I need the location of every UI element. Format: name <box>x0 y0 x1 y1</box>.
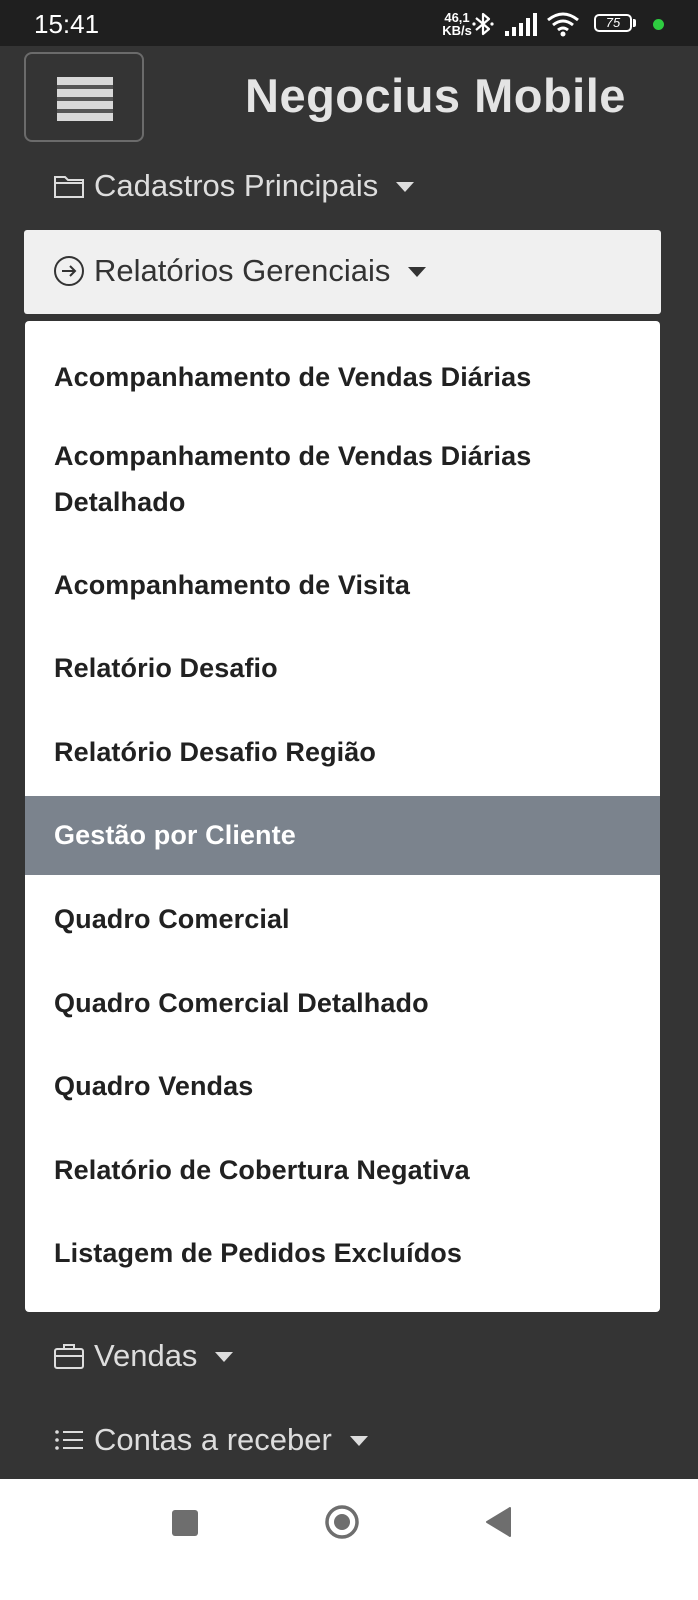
app-title: Negocius Mobile <box>245 69 626 122</box>
nav-contas-label: Contas a receber <box>94 1422 332 1457</box>
nav-contas-a-receber[interactable]: Contas a receber <box>52 1420 368 1460</box>
chevron-down-icon <box>396 182 415 192</box>
relatorios-dropdown-menu: Acompanhamento de Vendas Diárias Acompan… <box>25 321 660 1312</box>
dropdown-item[interactable]: Relatório Desafio <box>25 645 660 691</box>
status-time: 15:41 <box>34 9 100 39</box>
dropdown-item[interactable]: Quadro Comercial <box>25 896 660 942</box>
folder-icon <box>52 169 86 203</box>
dropdown-item[interactable]: Acompanhamento de Vendas Diárias Detalha… <box>25 433 660 525</box>
dropdown-item[interactable]: Acompanhamento de Vendas Diárias <box>25 354 660 400</box>
briefcase-icon <box>52 1339 86 1373</box>
arrow-right-circle-icon <box>52 254 86 288</box>
list-icon <box>52 1423 86 1457</box>
nav-relatorios-gerenciais[interactable]: Relatórios Gerenciais <box>52 251 427 291</box>
wifi-icon <box>546 11 580 42</box>
signal-icon <box>504 11 538 42</box>
chevron-down-icon <box>408 267 427 277</box>
dropdown-item-selected[interactable]: Gestão por Cliente <box>25 796 660 875</box>
dropdown-item[interactable]: Quadro Comercial Detalhado <box>25 980 660 1026</box>
nav-relatorios-label: Relatórios Gerenciais <box>94 253 391 288</box>
chevron-down-icon <box>349 1436 368 1446</box>
dropdown-item[interactable]: Relatório de Cobertura Negativa <box>25 1147 660 1193</box>
chevron-down-icon <box>215 1352 234 1362</box>
home-icon[interactable] <box>324 1504 360 1540</box>
battery-icon: 75 <box>594 14 632 32</box>
status-dot <box>653 19 664 30</box>
dropdown-item[interactable]: Acompanhamento de Visita <box>25 562 660 608</box>
recent-apps-icon[interactable] <box>172 1510 198 1536</box>
back-icon[interactable] <box>484 1506 512 1538</box>
nav-vendas-label: Vendas <box>94 1338 198 1373</box>
battery-tip <box>633 19 636 27</box>
dropdown-item[interactable]: Listagem de Pedidos Excluídos <box>25 1230 660 1276</box>
nav-vendas[interactable]: Vendas <box>52 1336 234 1376</box>
dropdown-item[interactable]: Quadro Vendas <box>25 1063 660 1109</box>
menu-button[interactable] <box>24 52 144 142</box>
status-bar: 15:41 46,1 KB/s 75 <box>0 0 698 46</box>
nav-cadastros-principais[interactable]: Cadastros Principais <box>52 166 415 206</box>
android-navigation-bar <box>0 1479 698 1600</box>
bluetooth-icon <box>472 11 494 42</box>
dropdown-item[interactable]: Relatório Desafio Região <box>25 729 660 775</box>
hamburger-icon <box>57 77 113 121</box>
network-speed-unit: KB/s <box>442 23 472 38</box>
nav-cadastros-label: Cadastros Principais <box>94 168 379 203</box>
network-speed: 46,1 KB/s <box>440 11 474 37</box>
